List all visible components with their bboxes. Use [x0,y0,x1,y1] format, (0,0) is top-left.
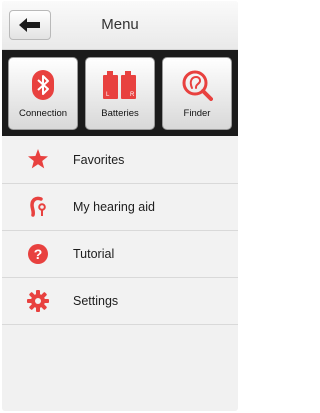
menu-item-label: Tutorial [73,247,115,261]
menu-item-my-hearing-aid[interactable]: My hearing aid [2,184,238,231]
finder-label: Finder [183,108,211,119]
menu-item-favorites[interactable]: Favorites [2,136,238,184]
batteries-label: Batteries [101,108,139,119]
menu-item-label: Favorites [73,152,125,167]
connection-label: Connection [18,108,68,119]
star-icon [28,149,48,169]
header-bar: Menu [2,1,238,50]
quick-access-bar: Connection L R Batteries Finder [2,50,238,136]
battery-right-tag: R [130,92,135,98]
finder-tile[interactable]: Finder [162,57,232,130]
menu-item-tutorial[interactable]: ? Tutorial [2,231,238,278]
app-screen: Menu Connection L R Batteries Finder Fav… [2,1,238,411]
hearing-aid-icon [30,196,46,217]
batteries-tile[interactable]: L R Batteries [85,57,155,130]
question-icon: ? [28,244,48,264]
bluetooth-icon [32,70,54,100]
connection-tile[interactable]: Connection [8,57,78,130]
gear-icon [27,290,49,312]
svg-text:?: ? [34,246,43,262]
menu-list: Favorites My hearing aid ? Tutorial Sett… [2,136,238,325]
menu-item-label: Settings [73,294,119,308]
ear-search-icon [182,70,213,101]
battery-icon: L R [103,71,136,99]
page-title: Menu [101,16,139,33]
menu-item-label: My hearing aid [73,200,155,214]
menu-item-settings[interactable]: Settings [2,278,238,325]
